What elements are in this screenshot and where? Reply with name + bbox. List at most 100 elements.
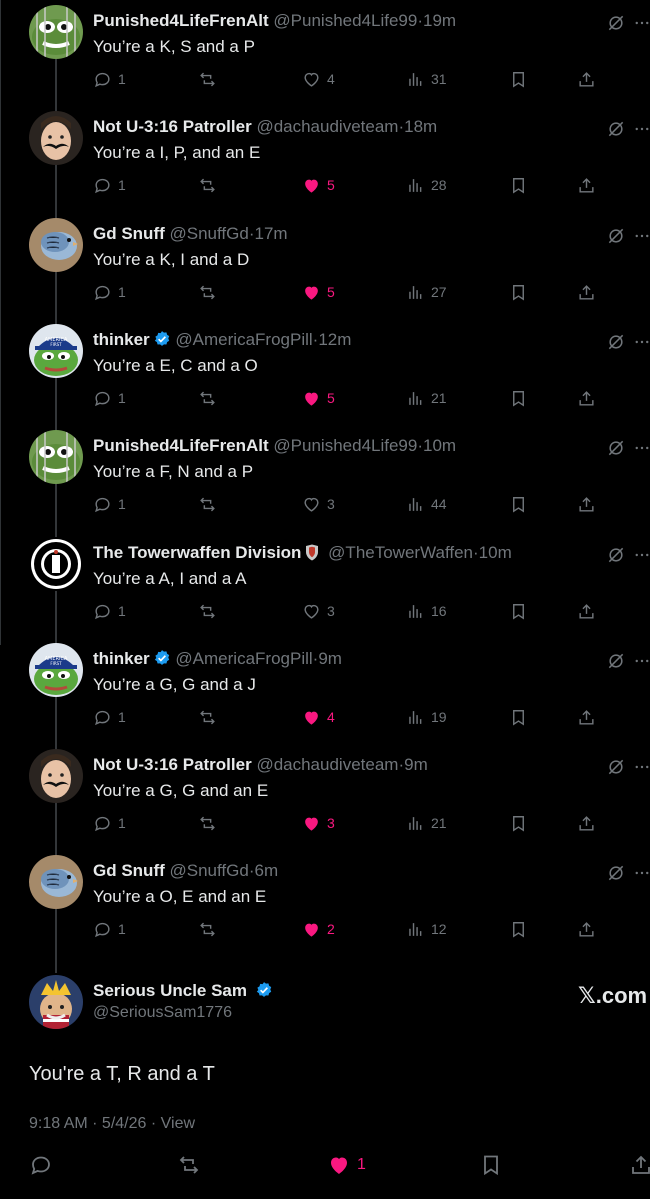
author-name[interactable]: Punished4LifeFrenAlt <box>93 11 269 30</box>
reply-button[interactable]: 1 <box>93 282 126 302</box>
reply-button[interactable]: 1 <box>93 707 126 727</box>
timestamp[interactable]: 6m <box>255 861 279 880</box>
bookmark-button[interactable] <box>509 707 528 727</box>
reply-button[interactable]: 1 <box>93 69 126 89</box>
author-name[interactable]: Punished4LifeFrenAlt <box>93 436 269 455</box>
views-button[interactable]: 12 <box>406 919 447 939</box>
timestamp[interactable]: 9m <box>404 755 428 774</box>
author-handle[interactable]: @dachaudiveteam <box>256 755 398 774</box>
bookmark-button[interactable] <box>509 813 528 833</box>
like-button[interactable]: 3 <box>302 813 335 833</box>
timestamp[interactable]: 9m <box>318 649 342 668</box>
bookmark-button[interactable] <box>509 175 528 195</box>
repost-button[interactable] <box>198 919 217 939</box>
avatar[interactable] <box>29 537 83 591</box>
share-button[interactable] <box>629 1153 650 1177</box>
author-handle[interactable]: @TheTowerWaffen <box>328 543 473 562</box>
avatar[interactable] <box>29 855 83 909</box>
author-name[interactable]: Gd Snuff <box>93 224 165 243</box>
repost-button[interactable] <box>198 282 217 302</box>
avatar[interactable]: AMERICA FIRST <box>29 643 83 697</box>
views-button[interactable]: 27 <box>406 282 447 302</box>
author-name[interactable]: Serious Uncle Sam <box>93 981 273 1001</box>
grok-icon[interactable] <box>606 13 626 33</box>
timestamp[interactable]: 10m <box>423 436 456 455</box>
more-options-icon[interactable] <box>633 863 650 883</box>
share-button[interactable] <box>577 601 596 621</box>
timestamp[interactable]: 10m <box>479 543 512 562</box>
bookmark-button[interactable] <box>509 69 528 89</box>
author-name[interactable]: Not U-3:16 Patroller <box>93 755 252 774</box>
avatar[interactable] <box>29 5 83 59</box>
reply-button[interactable] <box>29 1153 53 1177</box>
like-button[interactable]: 4 <box>302 707 335 727</box>
more-options-icon[interactable] <box>633 226 650 246</box>
share-button[interactable] <box>577 388 596 408</box>
author-handle[interactable]: @SnuffGd <box>170 224 249 243</box>
share-button[interactable] <box>577 282 596 302</box>
reply-tweet[interactable]: The Towerwaffen Division @TheTowerWaffen… <box>0 537 650 643</box>
reply-tweet[interactable]: Not U-3:16 Patroller @dachaudiveteam·9m Y… <box>0 749 650 855</box>
reply-button[interactable]: 1 <box>93 601 126 621</box>
grok-icon[interactable] <box>606 332 626 352</box>
share-button[interactable] <box>577 69 596 89</box>
share-button[interactable] <box>577 919 596 939</box>
more-options-icon[interactable] <box>633 651 650 671</box>
grok-icon[interactable] <box>606 757 626 777</box>
author-name[interactable]: The Towerwaffen Division <box>93 543 301 562</box>
views-button[interactable]: 21 <box>406 388 447 408</box>
views-button[interactable]: 44 <box>406 494 447 514</box>
author-handle[interactable]: @AmericaFrogPill <box>175 330 312 349</box>
reply-button[interactable]: 1 <box>93 388 126 408</box>
author-handle[interactable]: @dachaudiveteam <box>256 117 398 136</box>
reply-tweet[interactable]: Not U-3:16 Patroller @dachaudiveteam·18m… <box>0 111 650 217</box>
reply-button[interactable]: 1 <box>93 175 126 195</box>
bookmark-button[interactable] <box>479 1153 503 1177</box>
share-button[interactable] <box>577 494 596 514</box>
grok-icon[interactable] <box>606 438 626 458</box>
views-button[interactable]: 28 <box>406 175 447 195</box>
avatar[interactable] <box>29 749 83 803</box>
views-button[interactable]: 19 <box>406 707 447 727</box>
author-name[interactable]: thinker <box>93 649 150 668</box>
grok-icon[interactable] <box>606 863 626 883</box>
bookmark-button[interactable] <box>509 919 528 939</box>
author-handle[interactable]: @SnuffGd <box>170 861 249 880</box>
timestamp[interactable]: 18m <box>404 117 437 136</box>
repost-button[interactable] <box>198 813 217 833</box>
more-options-icon[interactable] <box>633 757 650 777</box>
repost-button[interactable] <box>198 707 217 727</box>
more-options-icon[interactable] <box>633 545 650 565</box>
views-button[interactable]: 16 <box>406 601 447 621</box>
repost-button[interactable] <box>198 494 217 514</box>
like-button[interactable]: 4 <box>302 69 335 89</box>
share-button[interactable] <box>577 707 596 727</box>
author-name[interactable]: Gd Snuff <box>93 861 165 880</box>
reply-tweet[interactable]: Gd Snuff @SnuffGd·6m You’re a O, E and an… <box>0 855 650 961</box>
avatar[interactable] <box>29 975 83 1029</box>
reply-tweet[interactable]: Punished4LifeFrenAlt @Punished4Life99·10… <box>0 430 650 536</box>
repost-button[interactable] <box>198 175 217 195</box>
avatar[interactable] <box>29 218 83 272</box>
author-name[interactable]: Not U-3:16 Patroller <box>93 117 252 136</box>
timestamp[interactable]: 17m <box>255 224 288 243</box>
author-handle[interactable]: @Punished4Life99 <box>273 11 417 30</box>
bookmark-button[interactable] <box>509 494 528 514</box>
repost-button[interactable] <box>198 69 217 89</box>
repost-button[interactable] <box>177 1153 201 1177</box>
like-button[interactable]: 5 <box>302 282 335 302</box>
like-button[interactable]: 5 <box>302 175 335 195</box>
timestamp[interactable]: 12m <box>318 330 351 349</box>
grok-icon[interactable] <box>606 651 626 671</box>
like-button[interactable]: 2 <box>302 919 335 939</box>
repost-button[interactable] <box>198 601 217 621</box>
grok-icon[interactable] <box>606 119 626 139</box>
more-options-icon[interactable] <box>633 332 650 352</box>
reply-tweet[interactable]: Gd Snuff @SnuffGd·17m You’re a K, I and a… <box>0 218 650 324</box>
repost-button[interactable] <box>198 388 217 408</box>
more-options-icon[interactable] <box>633 438 650 458</box>
like-button[interactable]: 3 <box>302 601 335 621</box>
reply-button[interactable]: 1 <box>93 813 126 833</box>
tweet-meta[interactable]: 9:18 AM · 5/4/26 · View <box>29 1115 195 1133</box>
avatar[interactable] <box>29 111 83 165</box>
